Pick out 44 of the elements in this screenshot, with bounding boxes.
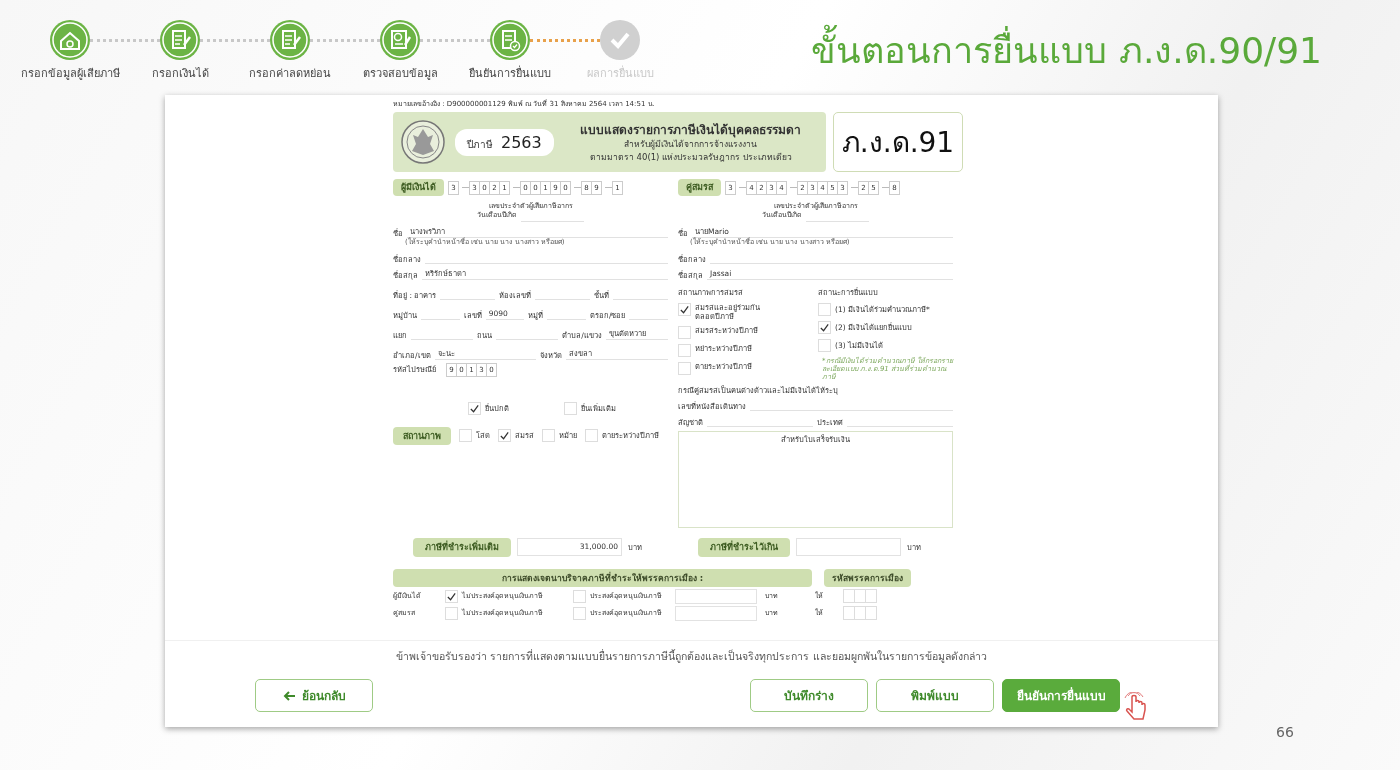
action-button[interactable]: บันทึกร่าง [750, 679, 868, 712]
arrow-left-icon [282, 689, 296, 702]
checkbox[interactable] [818, 320, 831, 334]
checkbox[interactable] [445, 606, 458, 620]
checkbox[interactable] [573, 589, 586, 603]
checkbox[interactable] [564, 401, 577, 415]
hand-cursor-icon [1123, 692, 1149, 722]
section-header: รหัสพรรคการเมือง [824, 568, 911, 587]
checkbox[interactable] [678, 343, 691, 357]
form-title: ตามมาตรา 40(1) แห่งประมวลรัษฎากร ประเภทเดียว [588, 151, 793, 162]
person-label: ผู้มีเงินได้ [393, 179, 444, 197]
form-title: สำหรับผู้มีเงินได้จากการจ้างแรงงาน [623, 139, 759, 150]
step-label: กรอกข้อมูลผู้เสียภาษี [19, 66, 121, 82]
checkbox[interactable] [818, 338, 831, 352]
amount-label: ภาษีที่ชำระเพิ่มเติม [413, 537, 511, 557]
checkbox[interactable] [678, 325, 691, 339]
amount-label: ภาษีที่ชำระไว้เกิน [698, 537, 790, 557]
declaration-text: ข้าพเจ้าขอรับรองว่า รายการที่แสดงตามแบบยื่นรายการภาษีนี้ถูกต้องและเป็นจริงทุกประการ และยอมผูกพันในรายการข้อมูลดังกล่าว [395, 648, 988, 665]
checkbox[interactable] [542, 429, 555, 443]
checkbox[interactable] [678, 361, 691, 375]
seal-icon [401, 120, 445, 165]
step-label: กรอกค่าลดหย่อน [248, 66, 332, 82]
slide-title: ขั้นตอนการยื่นแบบ ภ.ง.ด.90/91 [811, 22, 1322, 95]
checkbox[interactable] [573, 606, 586, 620]
section-header: การแสดงเจตนาบริจาคภาษีที่ชำระให้พรรคการเมือง : [393, 568, 812, 587]
checkbox[interactable] [468, 401, 481, 415]
checkbox[interactable] [585, 429, 598, 443]
form-title: แบบแสดงรายการภาษีเงินได้บุคคลธรรมดา [579, 123, 803, 138]
checkbox[interactable] [445, 589, 458, 603]
page-number: 66 [1276, 724, 1294, 740]
checkbox[interactable] [498, 429, 511, 443]
checkbox[interactable] [818, 302, 831, 316]
action-button[interactable]: พิมพ์แบบ [876, 679, 994, 712]
person-label: คู่สมรส [678, 179, 721, 197]
checkbox[interactable] [678, 302, 691, 316]
status-label: สถานภาพ [393, 426, 451, 446]
form-code: ภ.ง.ด.91 [833, 112, 963, 173]
step-label: กรอกเงินได้ [150, 66, 210, 82]
checkbox[interactable] [459, 429, 472, 443]
back-button[interactable]: ย้อนกลับ [255, 679, 373, 712]
step-label: ยืนยันการยื่นแบบ [468, 64, 552, 82]
tax-year-label: ปีภาษี [467, 138, 493, 151]
step-label: ตรวจสอบข้อมูล [361, 66, 439, 82]
tax-year: 2563 [501, 132, 542, 152]
